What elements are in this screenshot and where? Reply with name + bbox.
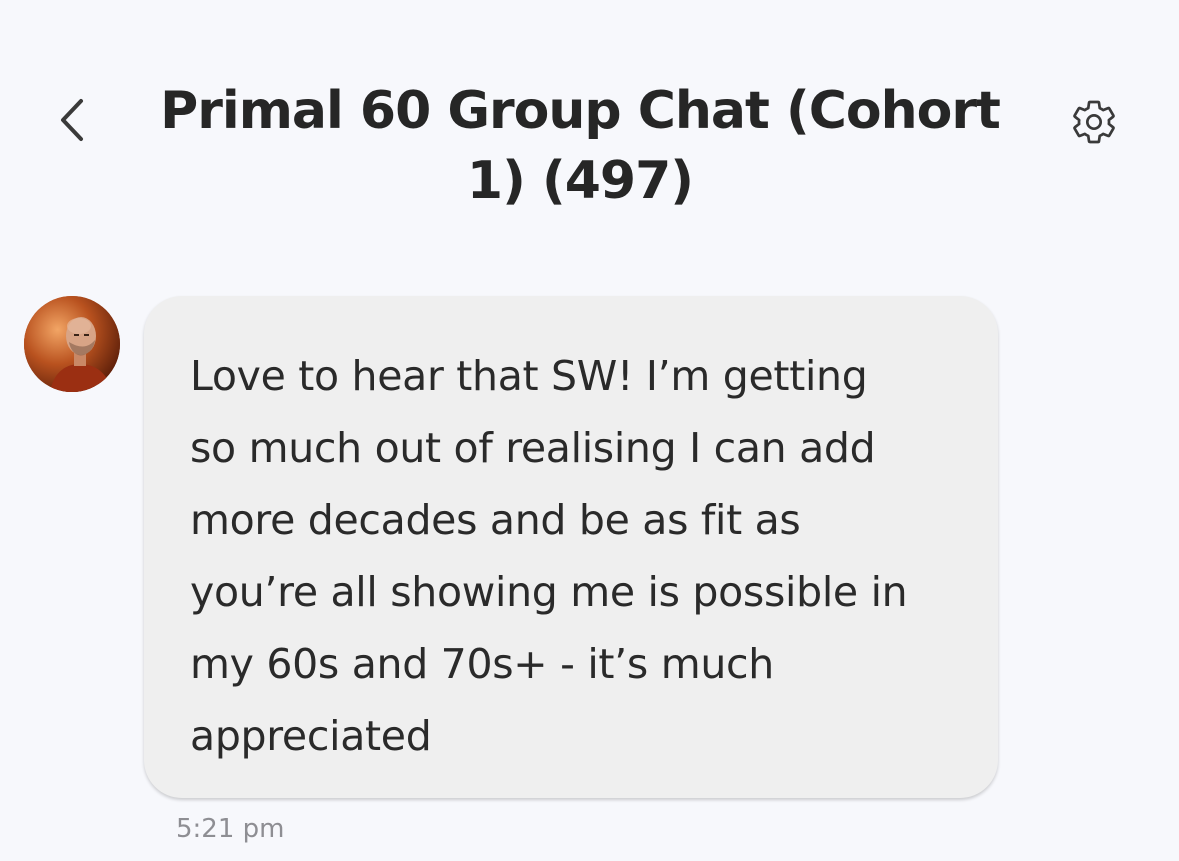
message-bubble[interactable]: Love to hear that SW! I’m getting so muc… xyxy=(144,296,998,798)
back-button[interactable] xyxy=(40,88,104,152)
chat-screen: Primal 60 Group Chat (Cohort 1) (497) Lo… xyxy=(0,0,1179,861)
settings-button[interactable] xyxy=(1062,90,1126,154)
message-text: Love to hear that SW! I’m getting so muc… xyxy=(190,352,908,760)
avatar-portrait xyxy=(24,296,120,392)
page-title: Primal 60 Group Chat (Cohort 1) (497) xyxy=(160,81,1001,211)
gear-icon xyxy=(1073,100,1115,144)
message-timestamp: 5:21 pm xyxy=(176,814,285,844)
chat-header: Primal 60 Group Chat (Cohort 1) (497) xyxy=(0,0,1179,240)
avatar[interactable] xyxy=(24,296,120,392)
chevron-left-icon xyxy=(61,99,83,141)
